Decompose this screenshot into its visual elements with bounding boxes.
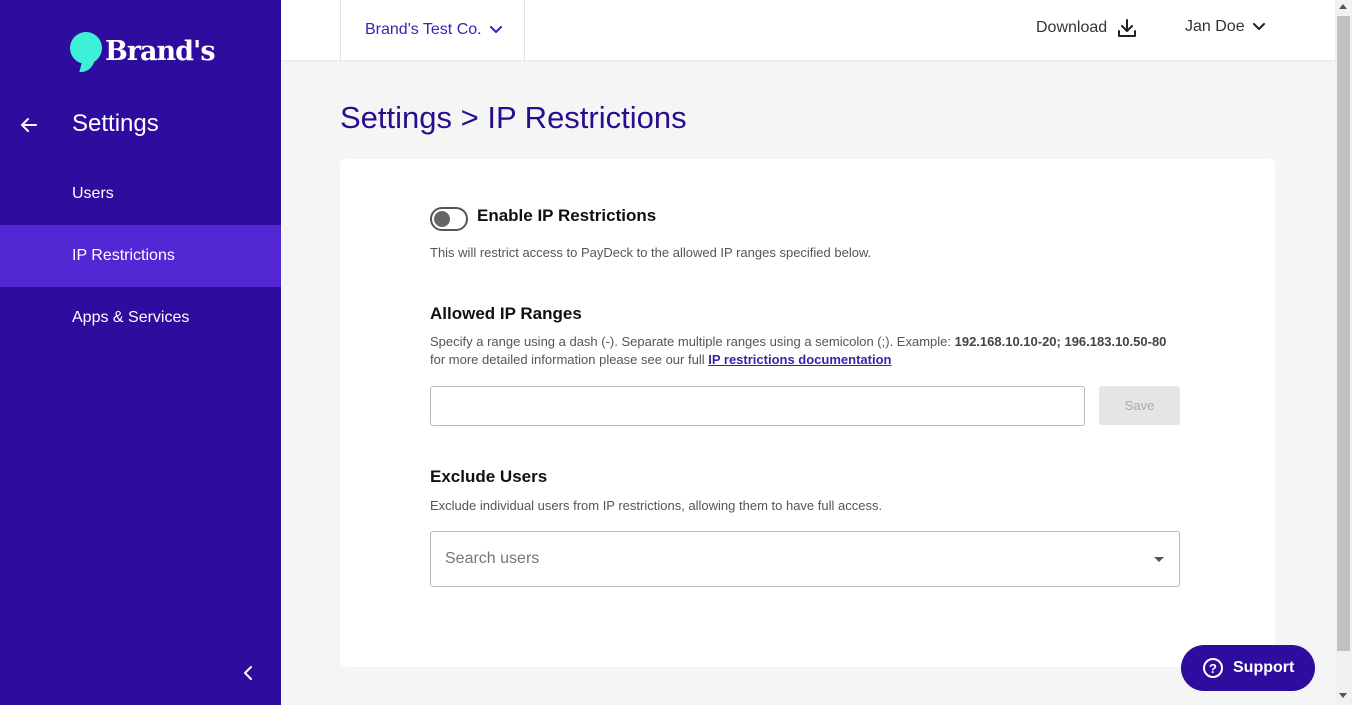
ip-restrictions-doc-link[interactable]: IP restrictions documentation (708, 352, 891, 367)
back-arrow-icon[interactable] (18, 114, 40, 136)
allowed-ranges-help: Specify a range using a dash (-). Separa… (430, 333, 1166, 369)
download-icon (1118, 19, 1137, 37)
scroll-down-arrow-icon[interactable] (1339, 693, 1347, 698)
support-button[interactable]: ? Support (1181, 645, 1315, 691)
sidebar: Brand's Settings Users IP Restrictions A… (0, 0, 281, 705)
help-text-prefix: Specify a range using a dash (-). Separa… (430, 334, 955, 349)
collapse-sidebar-chevron-left-icon[interactable] (240, 663, 256, 683)
ip-ranges-input[interactable] (430, 386, 1085, 426)
help-example: 192.168.10.10-20; 196.183.10.50-80 (954, 334, 1167, 349)
download-label: Download (1036, 19, 1108, 36)
chevron-down-icon (1252, 23, 1265, 30)
save-button[interactable]: Save (1099, 386, 1180, 425)
enable-description: This will restrict access to PayDeck to … (430, 245, 872, 260)
user-menu[interactable]: Jan Doe (1185, 18, 1265, 36)
sidebar-item-label: Users (72, 185, 114, 202)
help-text-line2: for more detailed information please see… (430, 352, 709, 367)
logo-mark-icon (70, 30, 102, 72)
brand-logo[interactable]: Brand's (70, 30, 216, 72)
support-label: Support (1233, 659, 1295, 676)
search-users-placeholder: Search users (445, 550, 540, 567)
enable-ip-restrictions-toggle[interactable] (430, 207, 468, 231)
sidebar-title: Settings (72, 110, 159, 137)
exclude-users-description: Exclude individual users from IP restric… (430, 498, 883, 513)
sidebar-item-ip-restrictions[interactable]: IP Restrictions (0, 225, 281, 287)
top-header: Brand's Test Co. Download Jan Doe (281, 0, 1335, 60)
sidebar-item-label: Apps & Services (72, 309, 190, 326)
allowed-ip-ranges-title: Allowed IP Ranges (430, 304, 582, 323)
exclude-users-title: Exclude Users (430, 467, 548, 486)
page-scrollbar[interactable] (1335, 0, 1352, 705)
search-users-select[interactable]: Search users (430, 531, 1180, 587)
company-selector[interactable]: Brand's Test Co. (340, 0, 525, 60)
dropdown-caret-icon (1154, 557, 1164, 562)
company-name: Brand's Test Co. (365, 21, 482, 38)
enable-label: Enable IP Restrictions (477, 206, 657, 225)
download-button[interactable]: Download (1036, 18, 1137, 38)
chevron-down-icon (489, 26, 502, 33)
page-title: Settings > IP Restrictions (340, 100, 687, 135)
scroll-up-arrow-icon[interactable] (1339, 4, 1347, 9)
user-name: Jan Doe (1185, 18, 1245, 35)
brand-name: Brand's (105, 35, 216, 67)
help-question-icon: ? (1203, 658, 1223, 678)
sidebar-item-label: IP Restrictions (72, 247, 175, 264)
sidebar-item-users[interactable]: Users (0, 163, 281, 225)
scroll-thumb[interactable] (1337, 16, 1350, 651)
sidebar-item-apps-services[interactable]: Apps & Services (0, 287, 281, 349)
toggle-knob (434, 211, 450, 227)
